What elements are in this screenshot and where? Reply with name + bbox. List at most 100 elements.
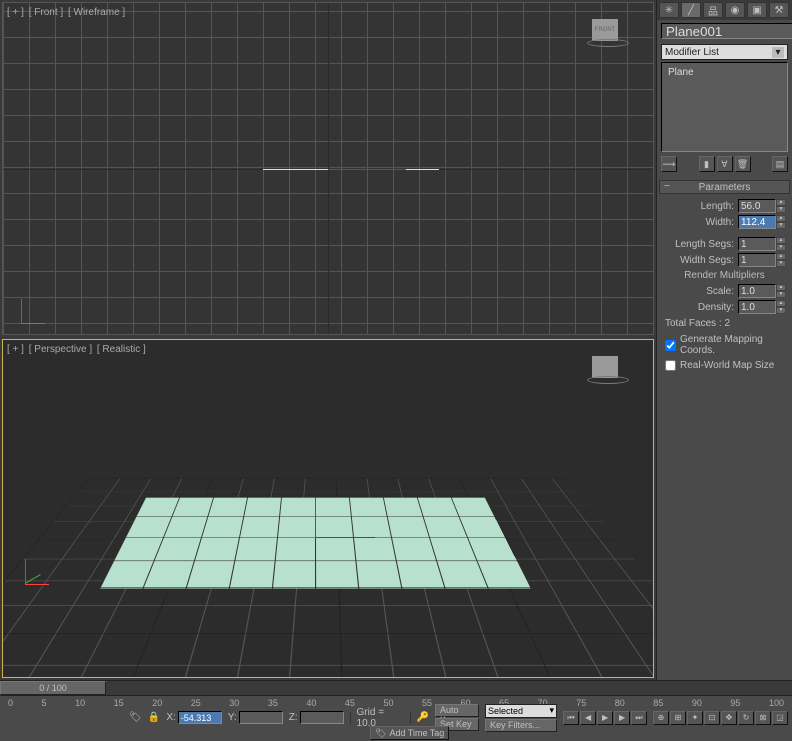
key-filter-dropdown[interactable]: Selected ▾: [485, 704, 557, 718]
spinner-down-icon[interactable]: ▼: [776, 260, 786, 267]
pin-stack-button[interactable]: ⟿: [661, 156, 677, 172]
viewport-perspective[interactable]: [ + ] [ Perspective ] [ Realistic ]: [2, 339, 654, 678]
length-segs-input[interactable]: [738, 237, 776, 251]
configure-sets-button[interactable]: ▤: [772, 156, 788, 172]
spinner-down-icon[interactable]: ▼: [776, 291, 786, 298]
spinner-down-icon[interactable]: ▼: [776, 222, 786, 229]
object-name-field[interactable]: [661, 23, 792, 39]
show-end-result-button[interactable]: ▮: [699, 156, 715, 172]
viewcube-face[interactable]: FRONT: [592, 19, 618, 41]
length-spinner[interactable]: ▲▼: [738, 199, 786, 213]
density-spinner[interactable]: ▲▼: [738, 300, 786, 314]
viewcube-perspective[interactable]: [587, 356, 623, 392]
key-filters-button[interactable]: Key Filters...: [485, 719, 557, 732]
selection-lock-icon[interactable]: 🏷: [129, 712, 142, 723]
tab-display[interactable]: ▣: [747, 2, 767, 18]
viewport-mode[interactable]: [ Wireframe ]: [68, 7, 125, 18]
ruler-tick: 15: [114, 698, 124, 708]
nav-button-4[interactable]: ⊡: [704, 711, 720, 725]
goto-end-button[interactable]: ⏭: [631, 711, 647, 725]
spinner-up-icon[interactable]: ▲: [776, 253, 786, 260]
width-input[interactable]: [738, 215, 776, 229]
spinner-up-icon[interactable]: ▲: [776, 284, 786, 291]
nav-button-3[interactable]: ✦: [687, 711, 703, 725]
width-segs-input[interactable]: [738, 253, 776, 267]
spinner-up-icon[interactable]: ▲: [776, 199, 786, 206]
play-button[interactable]: ▶: [597, 711, 613, 725]
nav-button-5[interactable]: ✥: [721, 711, 737, 725]
nav-button-1[interactable]: ⊕: [653, 711, 669, 725]
spinner-down-icon[interactable]: ▼: [776, 307, 786, 314]
width-spinner[interactable]: ▲▼: [738, 215, 786, 229]
modifier-list-dropdown[interactable]: Modifier List ▾: [661, 44, 788, 60]
ruler-tick: 10: [75, 698, 85, 708]
prev-frame-button[interactable]: ◀: [580, 711, 596, 725]
viewport-front[interactable]: [ + ] [ Front ] [ Wireframe ] FRONT: [2, 2, 654, 335]
real-world-checkbox[interactable]: [665, 360, 676, 371]
nav-button-2[interactable]: ⊞: [670, 711, 686, 725]
viewcube-face[interactable]: [592, 356, 618, 378]
nav-button-7[interactable]: ⊠: [755, 711, 771, 725]
bottom-bar: 0 / 100 05101520253035404550556065707580…: [0, 680, 792, 741]
make-unique-button[interactable]: ∀: [717, 156, 733, 172]
length-input[interactable]: [738, 199, 776, 213]
spinner-down-icon[interactable]: ▼: [776, 244, 786, 251]
time-slider[interactable]: 0 / 100: [0, 681, 106, 695]
viewport-nav-controls: ⊕ ⊞ ✦ ⊡ ✥ ↻ ⊠ ◲: [653, 711, 788, 725]
tab-motion[interactable]: ◉: [725, 2, 745, 18]
viewport-mode[interactable]: [ Realistic ]: [97, 344, 146, 355]
viewcube-ring[interactable]: [587, 376, 629, 384]
plane-object[interactable]: [99, 497, 531, 588]
scale-spinner[interactable]: ▲▼: [738, 284, 786, 298]
nav-button-8[interactable]: ◲: [772, 711, 788, 725]
modifier-stack[interactable]: Plane: [661, 62, 788, 152]
next-frame-button[interactable]: ▶: [614, 711, 630, 725]
tag-icon: 🏷: [375, 728, 386, 739]
key-icon[interactable]: 🔑: [417, 712, 429, 723]
width-segs-spinner[interactable]: ▲▼: [738, 253, 786, 267]
parameters-title: Parameters: [699, 182, 751, 193]
ruler-tick: 30: [229, 698, 239, 708]
spinner-down-icon[interactable]: ▼: [776, 206, 786, 213]
tab-modify[interactable]: ╱: [681, 2, 701, 18]
timeline[interactable]: 0 / 100: [0, 680, 792, 696]
viewport-menu-icon[interactable]: [ + ]: [7, 344, 24, 355]
trash-icon: 🗑: [737, 159, 748, 170]
width-label: Width:: [706, 217, 734, 228]
viewport-front-label[interactable]: [ + ] [ Front ] [ Wireframe ]: [7, 7, 127, 18]
add-time-tag-button[interactable]: 🏷 Add Time Tag: [370, 726, 449, 740]
z-coord-input[interactable]: [300, 711, 344, 724]
viewcube-front[interactable]: FRONT: [587, 19, 623, 55]
ruler-tick: 0: [8, 698, 13, 708]
spinner-up-icon[interactable]: ▲: [776, 215, 786, 222]
tab-create[interactable]: ✳: [659, 2, 679, 18]
auto-key-button[interactable]: Auto Key: [435, 704, 479, 717]
generate-mapping-checkbox[interactable]: [665, 340, 676, 351]
y-coord-input[interactable]: [239, 711, 283, 724]
length-segs-label: Length Segs:: [675, 239, 734, 250]
spinner-up-icon[interactable]: ▲: [776, 300, 786, 307]
goto-start-button[interactable]: ⏮: [563, 711, 579, 725]
tab-utilities[interactable]: ⚒: [769, 2, 789, 18]
viewport-name[interactable]: [ Perspective ]: [29, 344, 92, 355]
viewport-menu-icon[interactable]: [ + ]: [7, 7, 24, 18]
viewport-name[interactable]: [ Front ]: [29, 7, 63, 18]
remove-modifier-button[interactable]: 🗑: [735, 156, 751, 172]
nav-button-6[interactable]: ↻: [738, 711, 754, 725]
scale-input[interactable]: [738, 284, 776, 298]
create-icon: ✳: [665, 5, 673, 16]
motion-icon: ◉: [731, 5, 740, 16]
spinner-up-icon[interactable]: ▲: [776, 237, 786, 244]
ruler-tick: 20: [152, 698, 162, 708]
x-coord-input[interactable]: [178, 711, 222, 724]
length-label: Length:: [701, 201, 734, 212]
ruler-tick: 85: [653, 698, 663, 708]
modifier-stack-item[interactable]: Plane: [668, 66, 781, 79]
real-world-label: Real-World Map Size: [680, 360, 774, 371]
parameters-header[interactable]: − Parameters: [659, 180, 790, 194]
density-input[interactable]: [738, 300, 776, 314]
tab-hierarchy[interactable]: 品: [703, 2, 723, 18]
viewport-perspective-label[interactable]: [ + ] [ Perspective ] [ Realistic ]: [7, 344, 148, 355]
lock-icon[interactable]: 🔒: [148, 712, 160, 723]
length-segs-spinner[interactable]: ▲▼: [738, 237, 786, 251]
